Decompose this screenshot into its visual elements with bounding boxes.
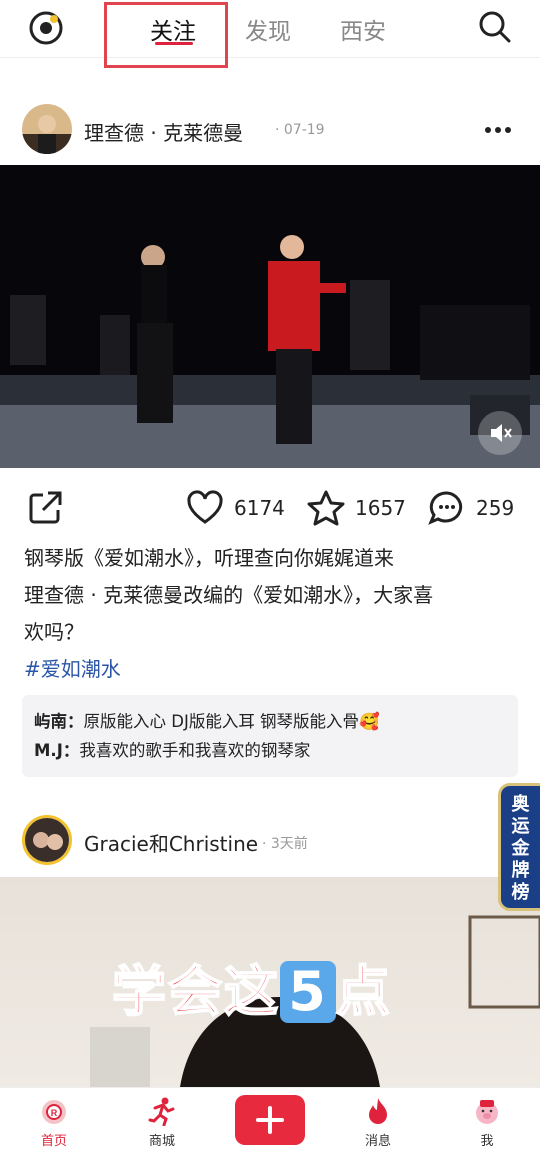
hashtag-link[interactable]: #爱如潮水 <box>24 653 121 682</box>
video-player[interactable] <box>0 165 540 468</box>
comment-user: 屿南： <box>34 712 84 731</box>
concert-scene-image <box>0 165 540 468</box>
avatar[interactable] <box>22 815 72 865</box>
pig-avatar-icon <box>476 1100 498 1124</box>
banner-title: 学会这 5 点 <box>111 947 392 1026</box>
nav-mall[interactable]: 商城 <box>122 1096 202 1152</box>
camera-lens-icon[interactable] <box>28 10 64 46</box>
tab-highlight-box <box>104 2 228 68</box>
favorite-count: 1657 <box>355 496 406 520</box>
favorite-star-icon[interactable] <box>307 489 345 527</box>
create-post-button[interactable] <box>235 1095 305 1145</box>
comment-item: M.J：我喜欢的歌手和我喜欢的钢琴家 <box>34 736 506 765</box>
comment-count: 259 <box>476 496 515 520</box>
nav-me[interactable]: 我 <box>447 1096 527 1152</box>
comment-icon[interactable] <box>428 489 466 527</box>
post-time: · 07-19 <box>275 122 325 138</box>
nav-messages[interactable]: 消息 <box>338 1096 418 1152</box>
author-name[interactable]: Gracie和Christine <box>84 828 258 857</box>
nav-label: 首页 <box>40 1134 67 1149</box>
comment-text: 我喜欢的歌手和我喜欢的钢琴家 <box>79 741 311 760</box>
post-header: Gracie和Christine · 3天前 <box>0 815 540 875</box>
tab-city[interactable]: 西安 <box>340 12 386 46</box>
svg-text:R: R <box>51 1108 58 1118</box>
post-header: 理查德 · 克莱德曼 · 07-19 <box>0 104 540 164</box>
plus-icon <box>256 1106 284 1134</box>
author-name[interactable]: 理查德 · 克莱德曼 <box>84 117 243 146</box>
nav-label: 我 <box>480 1134 494 1149</box>
share-icon[interactable] <box>26 489 64 527</box>
runner-icon <box>148 1097 175 1126</box>
comment-text: 原版能入心 DJ版能入耳 钢琴版能入骨🥰 <box>83 712 380 731</box>
bottom-nav: R 首页 商城 消息 我 <box>0 1087 540 1152</box>
comment-user: M.J： <box>34 741 80 760</box>
flame-icon <box>369 1098 387 1124</box>
nav-home[interactable]: R 首页 <box>14 1096 94 1152</box>
more-icon[interactable] <box>484 125 512 135</box>
action-bar: 6174 1657 259 <box>0 485 540 529</box>
tab-discover[interactable]: 发现 <box>245 12 291 46</box>
banner-number: 5 <box>280 961 336 1023</box>
nav-label: 商城 <box>148 1134 175 1149</box>
like-count: 6174 <box>234 496 285 520</box>
home-icon: R <box>42 1100 66 1124</box>
caption-line: 欢吗？ <box>24 620 84 644</box>
comment-preview[interactable]: 屿南：原版能入心 DJ版能入耳 钢琴版能入骨🥰 M.J：我喜欢的歌手和我喜欢的钢… <box>22 695 518 777</box>
post-time: · 3天前 <box>262 836 308 852</box>
avatar[interactable] <box>22 104 72 154</box>
banner-text-part: 学会这 <box>111 959 280 1024</box>
post-caption: 钢琴版《爱如潮水》，听理查向你娓娓道来 理查德 · 克莱德曼改编的《爱如潮水》，… <box>24 540 514 651</box>
like-icon[interactable] <box>186 489 224 527</box>
olympic-medal-badge[interactable]: 奥运金牌榜 <box>498 783 540 911</box>
caption-line: 钢琴版《爱如潮水》，听理查向你娓娓道来 <box>24 546 394 570</box>
caption-line: 理查德 · 克莱德曼改编的《爱如潮水》，大家喜 <box>24 583 434 607</box>
top-bar: 关注 发现 西安 <box>0 0 540 58</box>
post-image[interactable]: 学会这5点 6. <box>0 877 540 1087</box>
banner-text-part: 点 <box>335 959 392 1024</box>
mute-icon <box>491 424 512 442</box>
mute-button[interactable] <box>478 411 522 455</box>
comment-item: 屿南：原版能入心 DJ版能入耳 钢琴版能入骨🥰 <box>34 707 506 736</box>
search-icon[interactable] <box>478 10 512 44</box>
side-badge-label: 奥运金牌榜 <box>511 794 530 903</box>
nav-label: 消息 <box>364 1134 391 1149</box>
